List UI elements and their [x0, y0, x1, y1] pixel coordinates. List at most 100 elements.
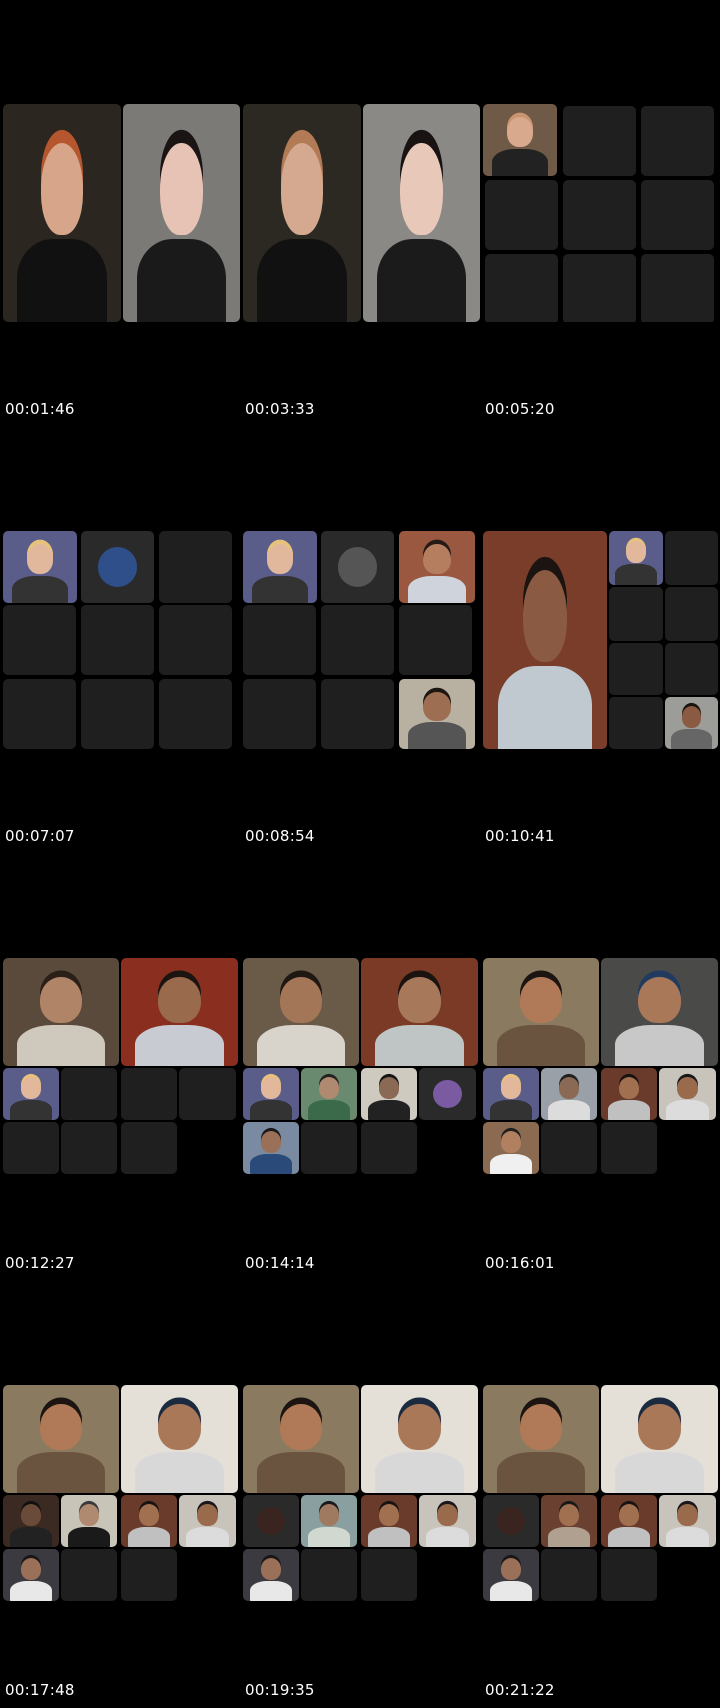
- participant-face: [78, 1504, 100, 1527]
- participant-face: [506, 116, 534, 148]
- participant-body: [491, 148, 549, 176]
- participant-face: [20, 1077, 42, 1100]
- video-participant-tile: [3, 104, 121, 322]
- empty-video-tile: [61, 1122, 117, 1174]
- timestamp-label: 00:08:54: [245, 827, 315, 845]
- empty-video-tile: [641, 180, 714, 250]
- participant-body: [9, 1100, 53, 1120]
- participant-face: [40, 1404, 82, 1450]
- participant-body: [135, 1451, 224, 1493]
- participant-body: [67, 1527, 111, 1547]
- video-participant-tile: [61, 1495, 117, 1547]
- participant-face: [558, 1504, 580, 1527]
- empty-video-tile: [665, 531, 718, 585]
- participant-body: [377, 239, 466, 322]
- empty-video-tile: [61, 1068, 117, 1120]
- participant-body: [489, 1100, 533, 1120]
- video-thumbnail: [3, 958, 240, 1176]
- video-participant-tile: [301, 1068, 357, 1120]
- empty-video-tile: [609, 643, 663, 695]
- participant-face: [260, 1131, 282, 1154]
- video-participant-tile: [601, 1495, 657, 1547]
- empty-video-tile: [3, 1122, 59, 1174]
- video-participant-tile: [399, 531, 475, 603]
- participant-body: [665, 1100, 710, 1120]
- video-participant-tile: [659, 1068, 716, 1120]
- participant-body: [375, 1024, 464, 1066]
- timestamp-label: 00:12:27: [5, 1254, 75, 1272]
- avatar-tile: [419, 1068, 476, 1120]
- participant-face: [318, 1504, 340, 1527]
- video-thumbnail: [243, 1385, 480, 1603]
- timestamp-label: 00:07:07: [5, 827, 75, 845]
- participant-body: [547, 1100, 591, 1120]
- empty-video-tile: [179, 1068, 236, 1120]
- participant-body: [367, 1100, 411, 1120]
- participant-face: [677, 1077, 698, 1100]
- video-participant-tile: [601, 1068, 657, 1120]
- participant-body: [607, 1100, 651, 1120]
- video-participant-tile: [301, 1495, 357, 1547]
- video-participant-tile: [541, 1068, 597, 1120]
- video-participant-tile: [243, 104, 361, 322]
- empty-video-tile: [563, 106, 636, 176]
- video-thumbnail: [243, 958, 480, 1176]
- participant-face: [638, 1404, 681, 1450]
- video-participant-tile: [665, 697, 718, 749]
- participant-body: [249, 1581, 293, 1601]
- participant-face: [398, 1404, 441, 1450]
- participant-body: [249, 1100, 293, 1120]
- empty-video-tile: [321, 679, 394, 749]
- timestamp-label: 00:19:35: [245, 1681, 315, 1699]
- video-participant-tile: [483, 958, 599, 1066]
- empty-video-tile: [361, 1122, 417, 1174]
- participant-face: [40, 977, 82, 1023]
- participant-body: [11, 575, 69, 603]
- empty-video-tile: [321, 605, 394, 675]
- video-participant-tile: [363, 104, 480, 322]
- video-participant-tile: [3, 1068, 59, 1120]
- empty-video-tile: [3, 605, 76, 675]
- video-participant-tile: [179, 1495, 236, 1547]
- video-participant-tile: [361, 1385, 478, 1493]
- empty-video-tile: [541, 1122, 597, 1174]
- participant-body: [496, 1451, 586, 1493]
- timestamp-label: 00:14:14: [245, 1254, 315, 1272]
- video-thumbnail: [483, 531, 720, 749]
- avatar-tile: [321, 531, 394, 603]
- participant-face: [437, 1504, 458, 1527]
- participant-body: [615, 564, 657, 585]
- participant-face: [618, 1504, 640, 1527]
- video-thumbnail: [483, 1385, 720, 1603]
- empty-video-tile: [81, 679, 154, 749]
- participant-body: [375, 1451, 464, 1493]
- empty-video-tile: [301, 1122, 357, 1174]
- video-thumbnail: [3, 1385, 240, 1603]
- empty-video-tile: [121, 1122, 177, 1174]
- participant-body: [671, 729, 712, 749]
- video-participant-tile: [361, 1068, 417, 1120]
- participant-face: [423, 543, 451, 575]
- video-participant-tile: [483, 531, 607, 749]
- participant-body: [251, 575, 309, 603]
- video-participant-tile: [541, 1495, 597, 1547]
- participant-face: [260, 1077, 282, 1100]
- empty-video-tile: [399, 605, 472, 675]
- video-participant-tile: [483, 1068, 539, 1120]
- timestamp-label: 00:10:41: [485, 827, 555, 845]
- participant-face: [520, 1404, 562, 1450]
- video-participant-tile: [659, 1495, 716, 1547]
- empty-video-tile: [361, 1549, 417, 1601]
- participant-face: [197, 1504, 218, 1527]
- participant-face: [500, 1131, 522, 1154]
- empty-video-tile: [243, 605, 316, 675]
- video-participant-tile: [243, 1549, 299, 1601]
- video-participant-tile: [483, 1122, 539, 1174]
- avatar: [337, 547, 378, 587]
- participant-body: [127, 1527, 171, 1547]
- empty-video-tile: [485, 180, 558, 250]
- participant-body: [425, 1527, 470, 1547]
- empty-video-tile: [81, 605, 154, 675]
- video-participant-tile: [243, 1122, 299, 1174]
- video-participant-tile: [483, 1385, 599, 1493]
